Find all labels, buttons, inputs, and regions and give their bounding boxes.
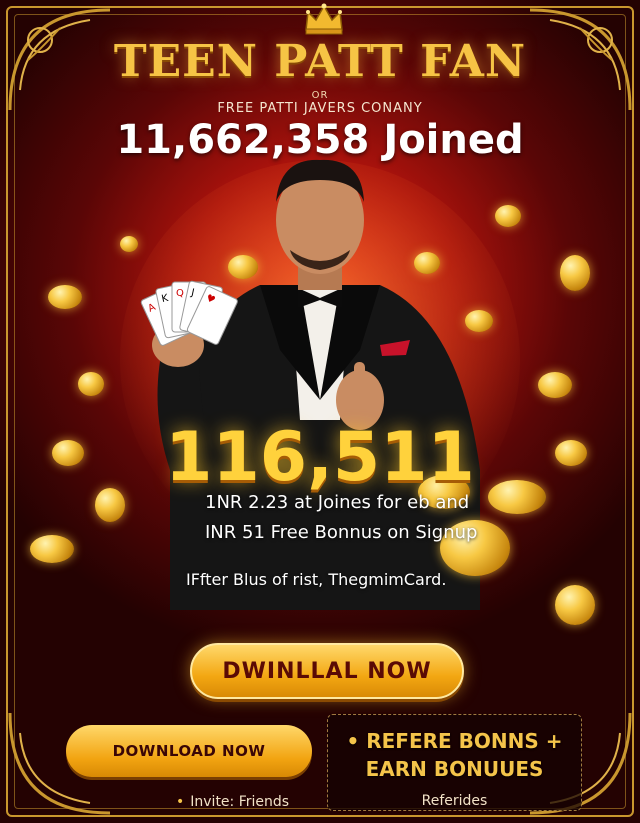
refer-bonus-panel[interactable]: • REFERE BONNS + EARN BONUUES Referides bbox=[327, 714, 582, 811]
promo-amount: 116,511 bbox=[165, 418, 475, 497]
promo-line-2: INR 51 Free Bonnus on Signup bbox=[205, 522, 478, 543]
coin-icon bbox=[228, 255, 258, 279]
title-connector: OR bbox=[311, 90, 329, 101]
coin-icon bbox=[78, 372, 104, 396]
coin-icon bbox=[120, 236, 138, 252]
refer-bonus-line-1: • REFERE BONNS + bbox=[346, 729, 563, 753]
coin-icon bbox=[414, 252, 440, 274]
coin-icon bbox=[30, 535, 74, 563]
promo-line-1: 1NR 2.23 at Joines for eb and bbox=[205, 492, 470, 513]
coin-icon bbox=[495, 205, 521, 227]
refer-bonus-line-2: EARN BONUUES bbox=[365, 757, 544, 781]
coin-icon bbox=[465, 310, 493, 332]
playing-cards-icon: A K Q J ♥ bbox=[140, 280, 238, 346]
bullet-icon: • bbox=[176, 794, 185, 810]
promo-line-3: IFfter Blus of rist, ThegmimCard. bbox=[186, 570, 447, 589]
invite-friends-label: Invite: Friends bbox=[190, 794, 290, 810]
page-subtitle: FREE PATTI JAVERS CONANY bbox=[217, 101, 423, 116]
app-title: TEEN PATT FAN bbox=[113, 36, 527, 87]
invite-friends-link[interactable]: • Invite: Friends bbox=[176, 794, 289, 810]
coin-icon bbox=[555, 585, 595, 625]
refer-footer-label: Referides bbox=[421, 793, 488, 809]
download-now-button[interactable]: DOWNLOAD NOW bbox=[66, 725, 312, 777]
svg-text:Q: Q bbox=[176, 288, 184, 299]
promo-page: TEEN PATT FAN OR FREE PATTI JAVERS CONAN… bbox=[0, 0, 640, 823]
download-now-main-button[interactable]: DWINLLAL NOW bbox=[190, 643, 464, 699]
coin-icon bbox=[538, 372, 572, 398]
coin-icon bbox=[48, 285, 82, 309]
coin-icon bbox=[560, 255, 590, 291]
crown-icon bbox=[305, 3, 343, 35]
